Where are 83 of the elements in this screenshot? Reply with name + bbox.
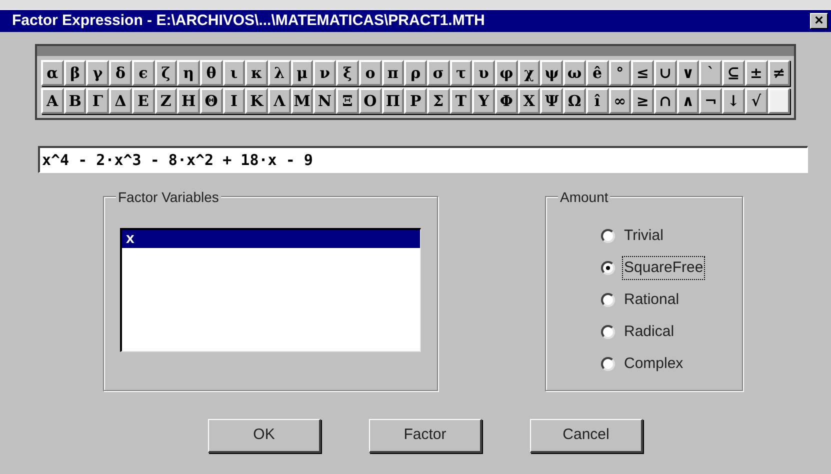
symbol-key[interactable]: ≥: [631, 88, 654, 114]
symbol-key[interactable]: Β: [64, 88, 86, 114]
symbol-key[interactable]: `: [699, 60, 722, 86]
symbol-key[interactable]: ρ: [404, 60, 427, 86]
symbol-key[interactable]: π: [382, 60, 404, 86]
symbol-key[interactable]: ∩: [654, 88, 677, 114]
symbol-key[interactable]: β: [64, 60, 86, 86]
dialog-button[interactable]: Cancel: [530, 419, 643, 453]
radio-button[interactable]: [601, 261, 615, 275]
symbol-key[interactable]: ⊆: [722, 60, 745, 86]
symbol-key[interactable]: Σ: [426, 88, 450, 114]
symbol-key[interactable]: °: [608, 60, 632, 86]
symbol-key[interactable]: Ω: [563, 88, 586, 114]
symbol-key[interactable]: Θ: [200, 88, 223, 114]
symbol-key[interactable]: Ε: [132, 88, 155, 114]
radio-button[interactable]: [601, 325, 615, 339]
option-label: SquareFree: [623, 256, 704, 280]
symbol-key[interactable]: Ρ: [404, 88, 427, 114]
symbol-key[interactable]: ξ: [336, 60, 359, 86]
symbol-key[interactable]: Π: [382, 88, 404, 114]
symbol-key[interactable]: √: [744, 88, 768, 114]
symbol-key[interactable]: ν: [313, 60, 336, 86]
symbol-key[interactable]: υ: [472, 60, 496, 86]
symbol-key[interactable]: η: [177, 60, 200, 86]
symbol-key[interactable]: ¬: [699, 88, 722, 114]
symbol-key[interactable]: σ: [426, 60, 450, 86]
symbol-key[interactable]: Δ: [109, 88, 132, 114]
symbol-key[interactable]: ∨: [676, 60, 700, 86]
blank-key[interactable]: [768, 88, 790, 114]
dialog-button[interactable]: OK: [208, 419, 321, 453]
expression-field[interactable]: x^4 - 2·x^3 - 8·x^2 + 18·x - 9: [38, 146, 808, 173]
symbol-key[interactable]: ω: [563, 60, 586, 86]
option-label: Complex: [623, 354, 684, 374]
symbol-key[interactable]: Ζ: [154, 88, 178, 114]
symbol-key[interactable]: ≠: [768, 60, 790, 86]
symbol-key[interactable]: ο: [358, 60, 382, 86]
symbol-key[interactable]: ∪: [654, 60, 677, 86]
option-label: Rational: [623, 290, 680, 310]
symbol-key[interactable]: î: [586, 88, 609, 114]
symbol-key[interactable]: ∞: [608, 88, 632, 114]
symbol-key[interactable]: ψ: [540, 60, 564, 86]
symbol-key[interactable]: Τ: [450, 88, 472, 114]
symbol-key[interactable]: γ: [86, 60, 110, 86]
symbol-key[interactable]: ≤: [631, 60, 654, 86]
symbol-key[interactable]: ι: [222, 60, 246, 86]
symbol-key[interactable]: θ: [200, 60, 223, 86]
symbol-key[interactable]: Α: [41, 88, 64, 114]
symbol-key[interactable]: ê: [586, 60, 609, 86]
symbol-key[interactable]: Γ: [86, 88, 110, 114]
symbol-key[interactable]: Κ: [245, 88, 268, 114]
symbol-key[interactable]: Λ: [268, 88, 291, 114]
symbol-key[interactable]: Υ: [472, 88, 496, 114]
symbol-key[interactable]: Μ: [290, 88, 314, 114]
symbol-key[interactable]: α: [41, 60, 64, 86]
symbol-key[interactable]: Ψ: [540, 88, 564, 114]
symbol-key[interactable]: Ι: [222, 88, 246, 114]
radio-button[interactable]: [601, 357, 615, 371]
radio-button[interactable]: [601, 293, 615, 307]
symbol-key[interactable]: μ: [290, 60, 314, 86]
symbol-key[interactable]: ∧: [676, 88, 700, 114]
symbol-key[interactable]: φ: [495, 60, 518, 86]
symbol-key[interactable]: τ: [450, 60, 472, 86]
symbol-key[interactable]: χ: [518, 60, 540, 86]
option-label: Trivial: [623, 226, 664, 246]
symbol-key[interactable]: ϵ: [132, 60, 155, 86]
symbol-key[interactable]: Ξ: [336, 88, 359, 114]
symbol-key[interactable]: Ν: [313, 88, 336, 114]
variable-item[interactable]: x: [122, 230, 420, 248]
symbol-key[interactable]: ζ: [154, 60, 178, 86]
symbol-key[interactable]: Η: [177, 88, 200, 114]
symbol-key[interactable]: λ: [268, 60, 291, 86]
window-title: Factor Expression - E:\ARCHIVOS\...\MATEMATICAS\PRACT1.MTH: [12, 10, 485, 31]
symbol-key[interactable]: κ: [245, 60, 268, 86]
symbol-key[interactable]: δ: [109, 60, 132, 86]
symbol-key[interactable]: ↓: [722, 88, 745, 114]
option-label: Radical: [623, 322, 676, 342]
dialog-button[interactable]: Factor: [369, 419, 482, 453]
symbol-key[interactable]: Φ: [495, 88, 518, 114]
close-button[interactable]: ×: [810, 13, 828, 29]
symbol-key[interactable]: ±: [744, 60, 768, 86]
symbol-key[interactable]: Χ: [518, 88, 540, 114]
radio-button[interactable]: [601, 229, 615, 243]
symbol-key[interactable]: Ο: [358, 88, 382, 114]
